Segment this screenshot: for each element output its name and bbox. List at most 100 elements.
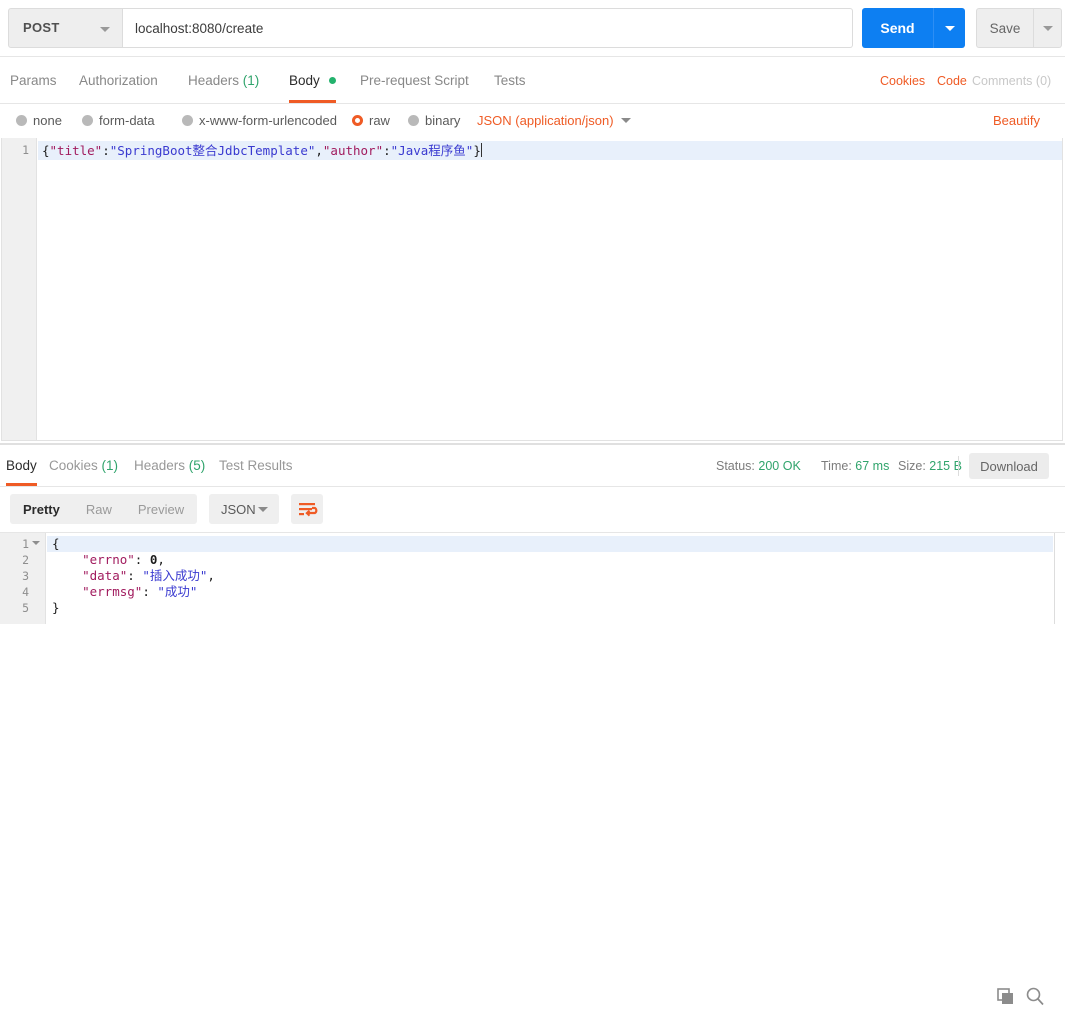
response-tab-headers[interactable]: Headers (5) — [134, 445, 205, 486]
line-number: 3 — [22, 569, 29, 583]
tab-headers[interactable]: Headers (1) — [188, 57, 259, 103]
response-tab-test-results[interactable]: Test Results — [219, 445, 293, 486]
response-body-editor[interactable]: 1 2 3 4 5 { "errno": 0, "data": "插入成功", … — [0, 532, 1065, 624]
tab-label: Authorization — [79, 73, 158, 88]
code-token: , — [207, 568, 215, 583]
response-view-mode-group: Pretty Raw Preview — [10, 494, 198, 524]
http-method-label: POST — [23, 20, 60, 35]
code-link[interactable]: Code — [937, 57, 967, 103]
editor-right-edge — [1055, 533, 1065, 624]
response-body-line-4: "errmsg": "成功" — [52, 584, 197, 600]
code-token: "SpringBoot整合JdbcTemplate" — [109, 143, 316, 158]
search-button[interactable] — [1025, 986, 1045, 1006]
response-format-label: JSON — [221, 502, 256, 517]
editor-gutter: 1 — [2, 138, 37, 440]
cookies-link[interactable]: Cookies — [880, 57, 925, 103]
chevron-down-icon — [258, 507, 268, 512]
tab-label: Headers — [134, 458, 186, 473]
code-fold-icon[interactable] — [32, 541, 40, 545]
send-button[interactable]: Send — [862, 8, 933, 48]
time-label: Time: — [821, 459, 852, 473]
tab-label: Body — [6, 458, 37, 473]
line-number: 1 — [22, 143, 29, 157]
radio-icon — [82, 115, 93, 127]
chevron-down-icon[interactable] — [621, 118, 631, 123]
word-wrap-toggle[interactable] — [291, 494, 323, 524]
radio-icon — [408, 115, 419, 127]
code-token: "Java程序鱼" — [390, 143, 474, 158]
save-options-button[interactable] — [1034, 8, 1062, 48]
code-token: : — [134, 552, 150, 567]
code-token: { — [42, 143, 50, 158]
body-type-label: binary — [425, 113, 461, 128]
tab-label: Params — [10, 73, 57, 88]
time-meta: Time: 67 ms — [821, 445, 889, 486]
save-button[interactable]: Save — [976, 8, 1034, 48]
body-type-binary[interactable]: binary — [408, 110, 460, 132]
request-body-editor[interactable]: 1 {"title":"SpringBoot整合JdbcTemplate","a… — [1, 138, 1063, 441]
view-mode-preview[interactable]: Preview — [125, 494, 197, 524]
response-tab-body[interactable]: Body — [6, 445, 37, 486]
tab-tests[interactable]: Tests — [494, 57, 526, 103]
tab-pre-request-script[interactable]: Pre-request Script — [360, 57, 469, 103]
copy-button[interactable] — [996, 987, 1016, 1007]
body-type-form-data[interactable]: form-data — [82, 110, 155, 132]
body-type-urlencoded[interactable]: x-www-form-urlencoded — [182, 110, 337, 132]
line-number: 5 — [22, 601, 29, 615]
view-mode-pretty[interactable]: Pretty — [10, 494, 73, 524]
tab-params[interactable]: Params — [10, 57, 57, 103]
divider — [958, 456, 959, 476]
code-token: : — [127, 568, 143, 583]
view-mode-raw[interactable]: Raw — [73, 494, 125, 524]
copy-icon — [997, 988, 1013, 1004]
line-number: 2 — [22, 553, 29, 567]
tab-label: Body — [289, 73, 320, 88]
request-tab-bar: Params Authorization Headers (1) Body Pr… — [0, 57, 1065, 104]
line-number: 4 — [22, 585, 29, 599]
body-type-none[interactable]: none — [16, 110, 62, 132]
content-type-select[interactable]: JSON (application/json) — [477, 110, 614, 132]
response-body-line-3: "data": "插入成功", — [52, 568, 215, 584]
send-options-button[interactable] — [933, 8, 965, 48]
http-method-select[interactable]: POST — [8, 8, 123, 48]
size-meta: Size: 215 B — [898, 445, 962, 486]
tab-label: Headers — [188, 73, 240, 88]
tab-label: Cookies — [49, 458, 98, 473]
response-body-line-1: { — [52, 536, 60, 552]
body-type-row: none form-data x-www-form-urlencoded raw… — [0, 104, 1065, 137]
response-toolbar: Pretty Raw Preview JSON — [0, 487, 1065, 1006]
code-token: "data" — [82, 568, 128, 583]
comments-link[interactable]: Comments (0) — [972, 57, 1051, 103]
response-format-select[interactable]: JSON — [209, 494, 279, 524]
body-type-label: raw — [369, 113, 390, 128]
line-number: 1 — [22, 537, 29, 551]
response-editor-scrollbar[interactable] — [1054, 533, 1055, 624]
body-type-label: none — [33, 113, 62, 128]
size-label: Size: — [898, 459, 926, 473]
chevron-down-icon — [100, 27, 110, 32]
response-tab-cookies[interactable]: Cookies (1) — [49, 445, 118, 486]
request-url-input[interactable] — [123, 8, 853, 48]
code-token: } — [52, 600, 60, 615]
beautify-button[interactable]: Beautify — [993, 110, 1040, 132]
radio-icon — [182, 115, 193, 127]
request-url-bar: POST Send Save — [0, 0, 1065, 57]
download-button[interactable]: Download — [969, 453, 1049, 479]
tab-body[interactable]: Body — [289, 57, 336, 103]
body-present-dot-icon — [328, 76, 336, 84]
body-type-raw[interactable]: raw — [352, 110, 390, 132]
tab-label: Pre-request Script — [360, 73, 469, 88]
tab-authorization[interactable]: Authorization — [79, 57, 158, 103]
chevron-down-icon — [1042, 25, 1053, 31]
radio-icon — [16, 115, 27, 127]
response-body-line-5: } — [52, 600, 60, 616]
radio-icon-selected — [352, 115, 363, 127]
status-meta: Status: 200 OK — [716, 445, 801, 486]
code-token: "插入成功" — [142, 568, 208, 583]
code-token: : — [142, 584, 158, 599]
body-type-label: form-data — [99, 113, 155, 128]
code-token: "成功" — [157, 584, 198, 599]
tab-label: Tests — [494, 73, 526, 88]
